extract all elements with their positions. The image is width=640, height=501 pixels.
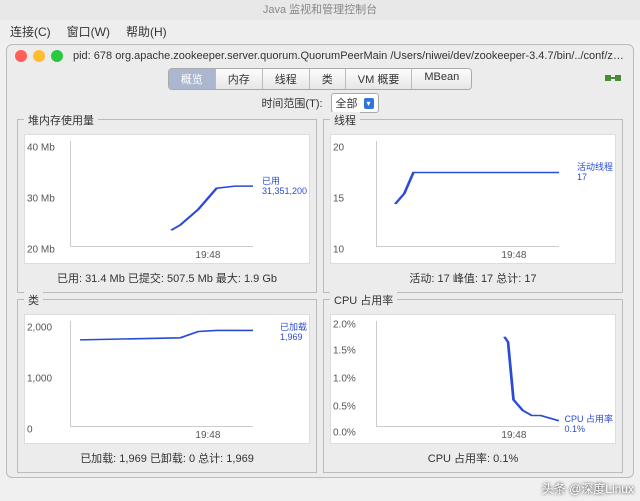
app-title: Java 监视和管理控制台 (0, 0, 640, 20)
monitor-window: pid: 678 org.apache.zookeeper.server.quo… (6, 44, 634, 478)
panel-classes-title: 类 (24, 292, 43, 308)
tab-threads[interactable]: 线程 (263, 69, 310, 89)
zoom-icon[interactable] (51, 50, 63, 62)
tab-classes[interactable]: 类 (310, 69, 346, 89)
time-range-select[interactable]: 全部 ▾ (331, 93, 379, 113)
close-icon[interactable] (15, 50, 27, 62)
tab-vm-summary[interactable]: VM 概要 (346, 69, 413, 89)
ytick: 15 (333, 194, 344, 205)
panel-threads: 线程 20 15 10 活动线程17 19:48 活动: 17 峰值: 17 总… (323, 119, 623, 293)
ytick: 1,000 (27, 374, 52, 385)
panel-heap: 堆内存使用量 40 Mb 30 Mb 20 Mb 已用31,351,200 19… (17, 119, 317, 293)
tab-memory[interactable]: 内存 (216, 69, 263, 89)
tab-overview[interactable]: 概览 (169, 69, 216, 89)
menubar: 连接(C) 窗口(W) 帮助(H) (0, 20, 640, 42)
menu-help[interactable]: 帮助(H) (126, 23, 167, 40)
series-label: CPU 占用率0.1% (564, 415, 613, 435)
chart-heap[interactable]: 40 Mb 30 Mb 20 Mb 已用31,351,200 19:48 (24, 134, 310, 264)
panel-cpu: CPU 占用率 2.0% 1.5% 1.0% 0.5% 0.0% CPU 占用率… (323, 299, 623, 473)
panel-heap-title: 堆内存使用量 (24, 112, 98, 128)
ytick: 2,000 (27, 322, 52, 333)
series-label: 活动线程17 (577, 163, 613, 183)
series-label: 已加载1,969 (280, 323, 307, 343)
ytick: 0.5% (333, 402, 356, 413)
panel-cpu-footer: CPU 占用率: 0.1% (324, 448, 622, 472)
xtick: 19:48 (501, 250, 526, 261)
ytick: 20 (333, 142, 344, 153)
panel-heap-footer: 已用: 31.4 Mb 已提交: 507.5 Mb 最大: 1.9 Gb (18, 268, 316, 292)
ytick: 40 Mb (27, 142, 55, 153)
minimize-icon[interactable] (33, 50, 45, 62)
watermark: 头条 @深度Linux (542, 480, 634, 497)
menu-window[interactable]: 窗口(W) (67, 23, 110, 40)
ytick: 2.0% (333, 320, 356, 331)
chart-classes[interactable]: 2,000 1,000 0 已加载1,969 19:48 (24, 314, 310, 444)
ytick: 0 (27, 425, 33, 436)
time-range-value: 全部 (336, 95, 358, 111)
ytick: 1.5% (333, 345, 356, 356)
xtick: 19:48 (501, 430, 526, 441)
ytick: 10 (333, 245, 344, 256)
menu-connect[interactable]: 连接(C) (10, 23, 51, 40)
time-range-label: 时间范围(T): (261, 95, 322, 111)
ytick: 1.0% (333, 374, 356, 385)
ytick: 30 Mb (27, 194, 55, 205)
chart-cpu[interactable]: 2.0% 1.5% 1.0% 0.5% 0.0% CPU 占用率0.1% 19:… (330, 314, 616, 444)
ytick: 0.0% (333, 427, 356, 438)
connect-status-icon[interactable] (603, 70, 623, 89)
tab-bar: 概览 内存 线程 类 VM 概要 MBean (168, 68, 472, 90)
tab-mbean[interactable]: MBean (412, 69, 471, 89)
panel-cpu-title: CPU 占用率 (330, 292, 397, 308)
panel-threads-footer: 活动: 17 峰值: 17 总计: 17 (324, 268, 622, 292)
chart-threads[interactable]: 20 15 10 活动线程17 19:48 (330, 134, 616, 264)
xtick: 19:48 (195, 430, 220, 441)
window-title: pid: 678 org.apache.zookeeper.server.quo… (73, 50, 625, 62)
chevron-down-icon: ▾ (364, 98, 374, 109)
xtick: 19:48 (195, 250, 220, 261)
panel-classes-footer: 已加载: 1,969 已卸载: 0 总计: 1,969 (18, 448, 316, 472)
panel-threads-title: 线程 (330, 112, 360, 128)
ytick: 20 Mb (27, 245, 55, 256)
series-label: 已用31,351,200 (262, 177, 307, 197)
panel-classes: 类 2,000 1,000 0 已加载1,969 19:48 已加载: 1,96… (17, 299, 317, 473)
